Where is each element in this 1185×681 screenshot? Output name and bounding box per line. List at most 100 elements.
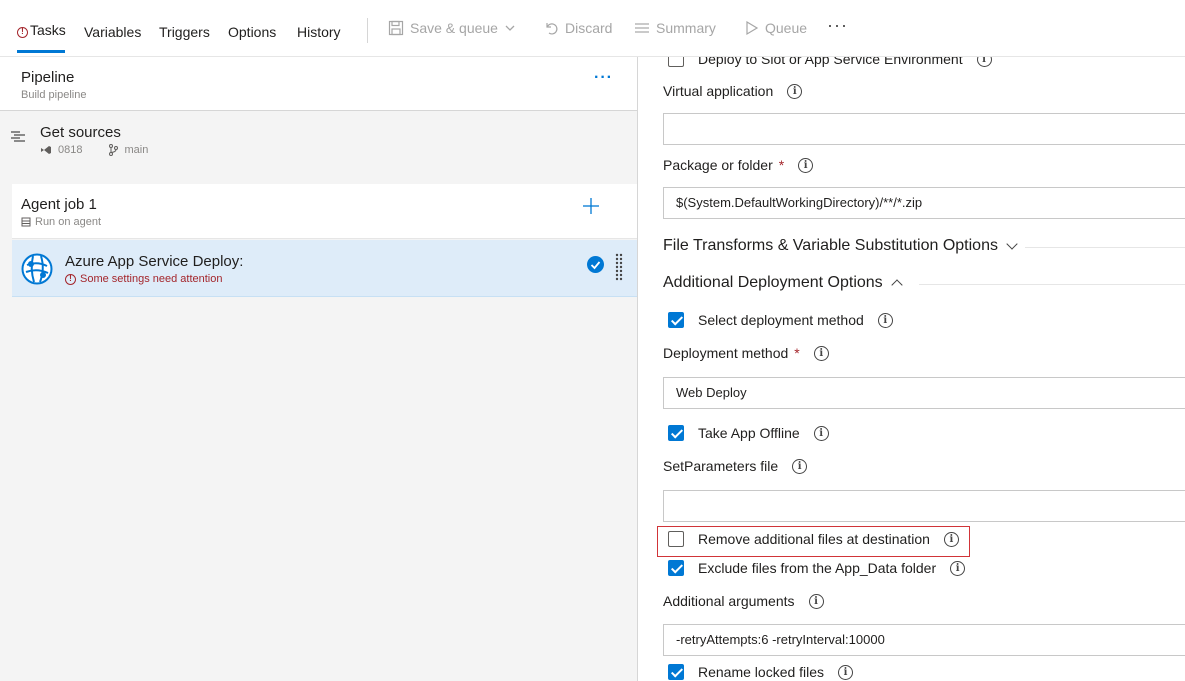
method-select[interactable]: Web Deploy xyxy=(663,377,1185,409)
required-mark: * xyxy=(778,157,785,173)
file-transforms-label: File Transforms & Variable Substitution … xyxy=(663,237,998,254)
virtual-app-input[interactable] xyxy=(663,113,1185,145)
virtual-app-label: Virtual application xyxy=(663,83,774,99)
get-sources-title[interactable]: Get sources xyxy=(40,124,121,141)
section-divider xyxy=(1025,247,1185,248)
get-sources-icon xyxy=(11,131,25,142)
setparams-label-row: SetParameters file i xyxy=(663,458,808,474)
info-icon[interactable]: i xyxy=(813,425,829,441)
deploy-slot-checkbox[interactable] xyxy=(668,57,684,67)
info-icon[interactable]: i xyxy=(877,312,893,328)
task-azure-app-service-deploy[interactable]: Azure App Service Deploy: ! Some setting… xyxy=(12,240,637,297)
info-icon[interactable]: i xyxy=(798,157,814,173)
agent-job-subtitle: Run on agent xyxy=(21,216,101,228)
summary-button[interactable]: Summary xyxy=(634,20,716,36)
list-icon xyxy=(635,23,649,33)
branch-icon xyxy=(109,144,119,156)
task-warning: ! Some settings need attention xyxy=(65,273,222,285)
chevron-down-icon xyxy=(505,25,515,31)
save-queue-label: Save & queue xyxy=(410,20,498,36)
select-method-label: Select deployment method xyxy=(698,312,864,328)
remove-files-label: Remove additional files at destination xyxy=(698,531,930,547)
take-offline-option: Take App Offline i xyxy=(668,425,829,441)
checkmark-icon xyxy=(590,261,601,270)
select-method-checkbox[interactable] xyxy=(668,312,684,328)
agent-job-title: Agent job 1 xyxy=(21,196,97,213)
app-root: ! Tasks Variables Triggers Options Histor… xyxy=(0,0,1185,681)
more-actions-button[interactable]: ··· xyxy=(827,15,848,36)
tab-variables[interactable]: Variables xyxy=(84,24,141,40)
agent-job-subtitle-label: Run on agent xyxy=(35,216,102,228)
pipeline-header[interactable]: Pipeline Build pipeline ··· xyxy=(0,57,637,111)
method-label-row: Deployment method * i xyxy=(663,345,829,361)
required-mark: * xyxy=(794,345,800,361)
tab-triggers[interactable]: Triggers xyxy=(159,24,210,40)
task-settings-panel: Deploy to Slot or App Service Environmen… xyxy=(639,57,1185,681)
discard-button[interactable]: Discard xyxy=(543,20,612,36)
section-divider xyxy=(919,284,1185,285)
exclude-appdata-option: Exclude files from the App_Data folder i xyxy=(668,560,966,576)
toolbar-divider xyxy=(367,18,368,43)
top-toolbar: ! Tasks Variables Triggers Options Histor… xyxy=(0,0,1185,57)
pipeline-subtitle: Build pipeline xyxy=(21,89,87,101)
queue-button[interactable]: Queue xyxy=(745,20,807,36)
info-icon[interactable]: i xyxy=(950,560,966,576)
visual-studio-icon xyxy=(41,146,51,154)
take-offline-checkbox[interactable] xyxy=(668,425,684,441)
info-icon[interactable]: i xyxy=(792,458,808,474)
add-task-button[interactable] xyxy=(582,194,600,222)
tab-tasks[interactable]: ! Tasks xyxy=(17,22,66,38)
pipeline-title: Pipeline xyxy=(21,69,75,86)
pipeline-more-button[interactable]: ··· xyxy=(594,69,613,87)
tab-history[interactable]: History xyxy=(297,24,341,40)
take-offline-label: Take App Offline xyxy=(698,425,800,441)
additional-args-label-row: Additional arguments i xyxy=(663,593,824,609)
active-tab-indicator xyxy=(17,50,65,53)
remove-files-option: Remove additional files at destination i xyxy=(668,531,959,547)
info-icon[interactable]: i xyxy=(838,664,854,680)
package-input[interactable]: $(System.DefaultWorkingDirectory)/**/*.z… xyxy=(663,187,1185,219)
exclude-appdata-label: Exclude files from the App_Data folder xyxy=(698,560,937,576)
discard-label: Discard xyxy=(565,20,613,36)
package-label-row: Package or folder * i xyxy=(663,157,814,173)
method-label: Deployment method xyxy=(663,345,789,361)
info-icon[interactable]: i xyxy=(808,593,824,609)
server-icon xyxy=(21,217,31,227)
play-icon xyxy=(746,20,759,36)
rename-locked-label: Rename locked files xyxy=(698,664,825,680)
warning-icon: ! xyxy=(17,27,28,38)
additional-args-input[interactable]: -retryAttempts:6 -retryInterval:10000 xyxy=(663,624,1185,656)
agent-job[interactable]: Agent job 1 Run on agent xyxy=(12,184,637,239)
package-label: Package or folder xyxy=(663,157,773,173)
info-icon[interactable]: i xyxy=(976,57,992,67)
pipeline-panel: Pipeline Build pipeline ··· Get sources … xyxy=(0,57,638,681)
task-title: Azure App Service Deploy: xyxy=(65,253,244,270)
task-enabled-check-icon[interactable] xyxy=(587,256,604,273)
additional-args-label: Additional arguments xyxy=(663,593,795,609)
drag-handle-icon[interactable] xyxy=(615,253,623,281)
save-queue-button[interactable]: Save & queue xyxy=(388,20,516,36)
chevron-down-icon xyxy=(1006,237,1018,250)
rename-locked-checkbox[interactable] xyxy=(668,664,684,680)
repo-name: 0818 xyxy=(58,144,83,156)
additional-options-section[interactable]: Additional Deployment Options xyxy=(663,274,903,292)
exclude-appdata-checkbox[interactable] xyxy=(668,560,684,576)
info-icon[interactable]: i xyxy=(813,345,829,361)
setparams-input[interactable] xyxy=(663,490,1185,522)
info-icon[interactable]: i xyxy=(787,83,803,99)
remove-files-checkbox[interactable] xyxy=(668,531,684,547)
summary-label: Summary xyxy=(656,20,716,36)
branch-name: main xyxy=(124,144,149,156)
virtual-app-label-row: Virtual application i xyxy=(663,83,803,99)
setparams-label: SetParameters file xyxy=(663,458,779,474)
chevron-up-icon xyxy=(891,279,903,291)
azure-app-service-icon xyxy=(21,253,53,285)
tab-tasks-label: Tasks xyxy=(30,22,66,38)
deploy-slot-label: Deploy to Slot or App Service Environmen… xyxy=(698,57,963,67)
select-method-option: Select deployment method i xyxy=(668,312,893,328)
get-sources-meta: 0818 main xyxy=(40,144,148,156)
undo-icon xyxy=(546,23,558,35)
file-transforms-section[interactable]: File Transforms & Variable Substitution … xyxy=(663,237,1018,255)
info-icon[interactable]: i xyxy=(943,531,959,547)
tab-options[interactable]: Options xyxy=(228,24,276,40)
